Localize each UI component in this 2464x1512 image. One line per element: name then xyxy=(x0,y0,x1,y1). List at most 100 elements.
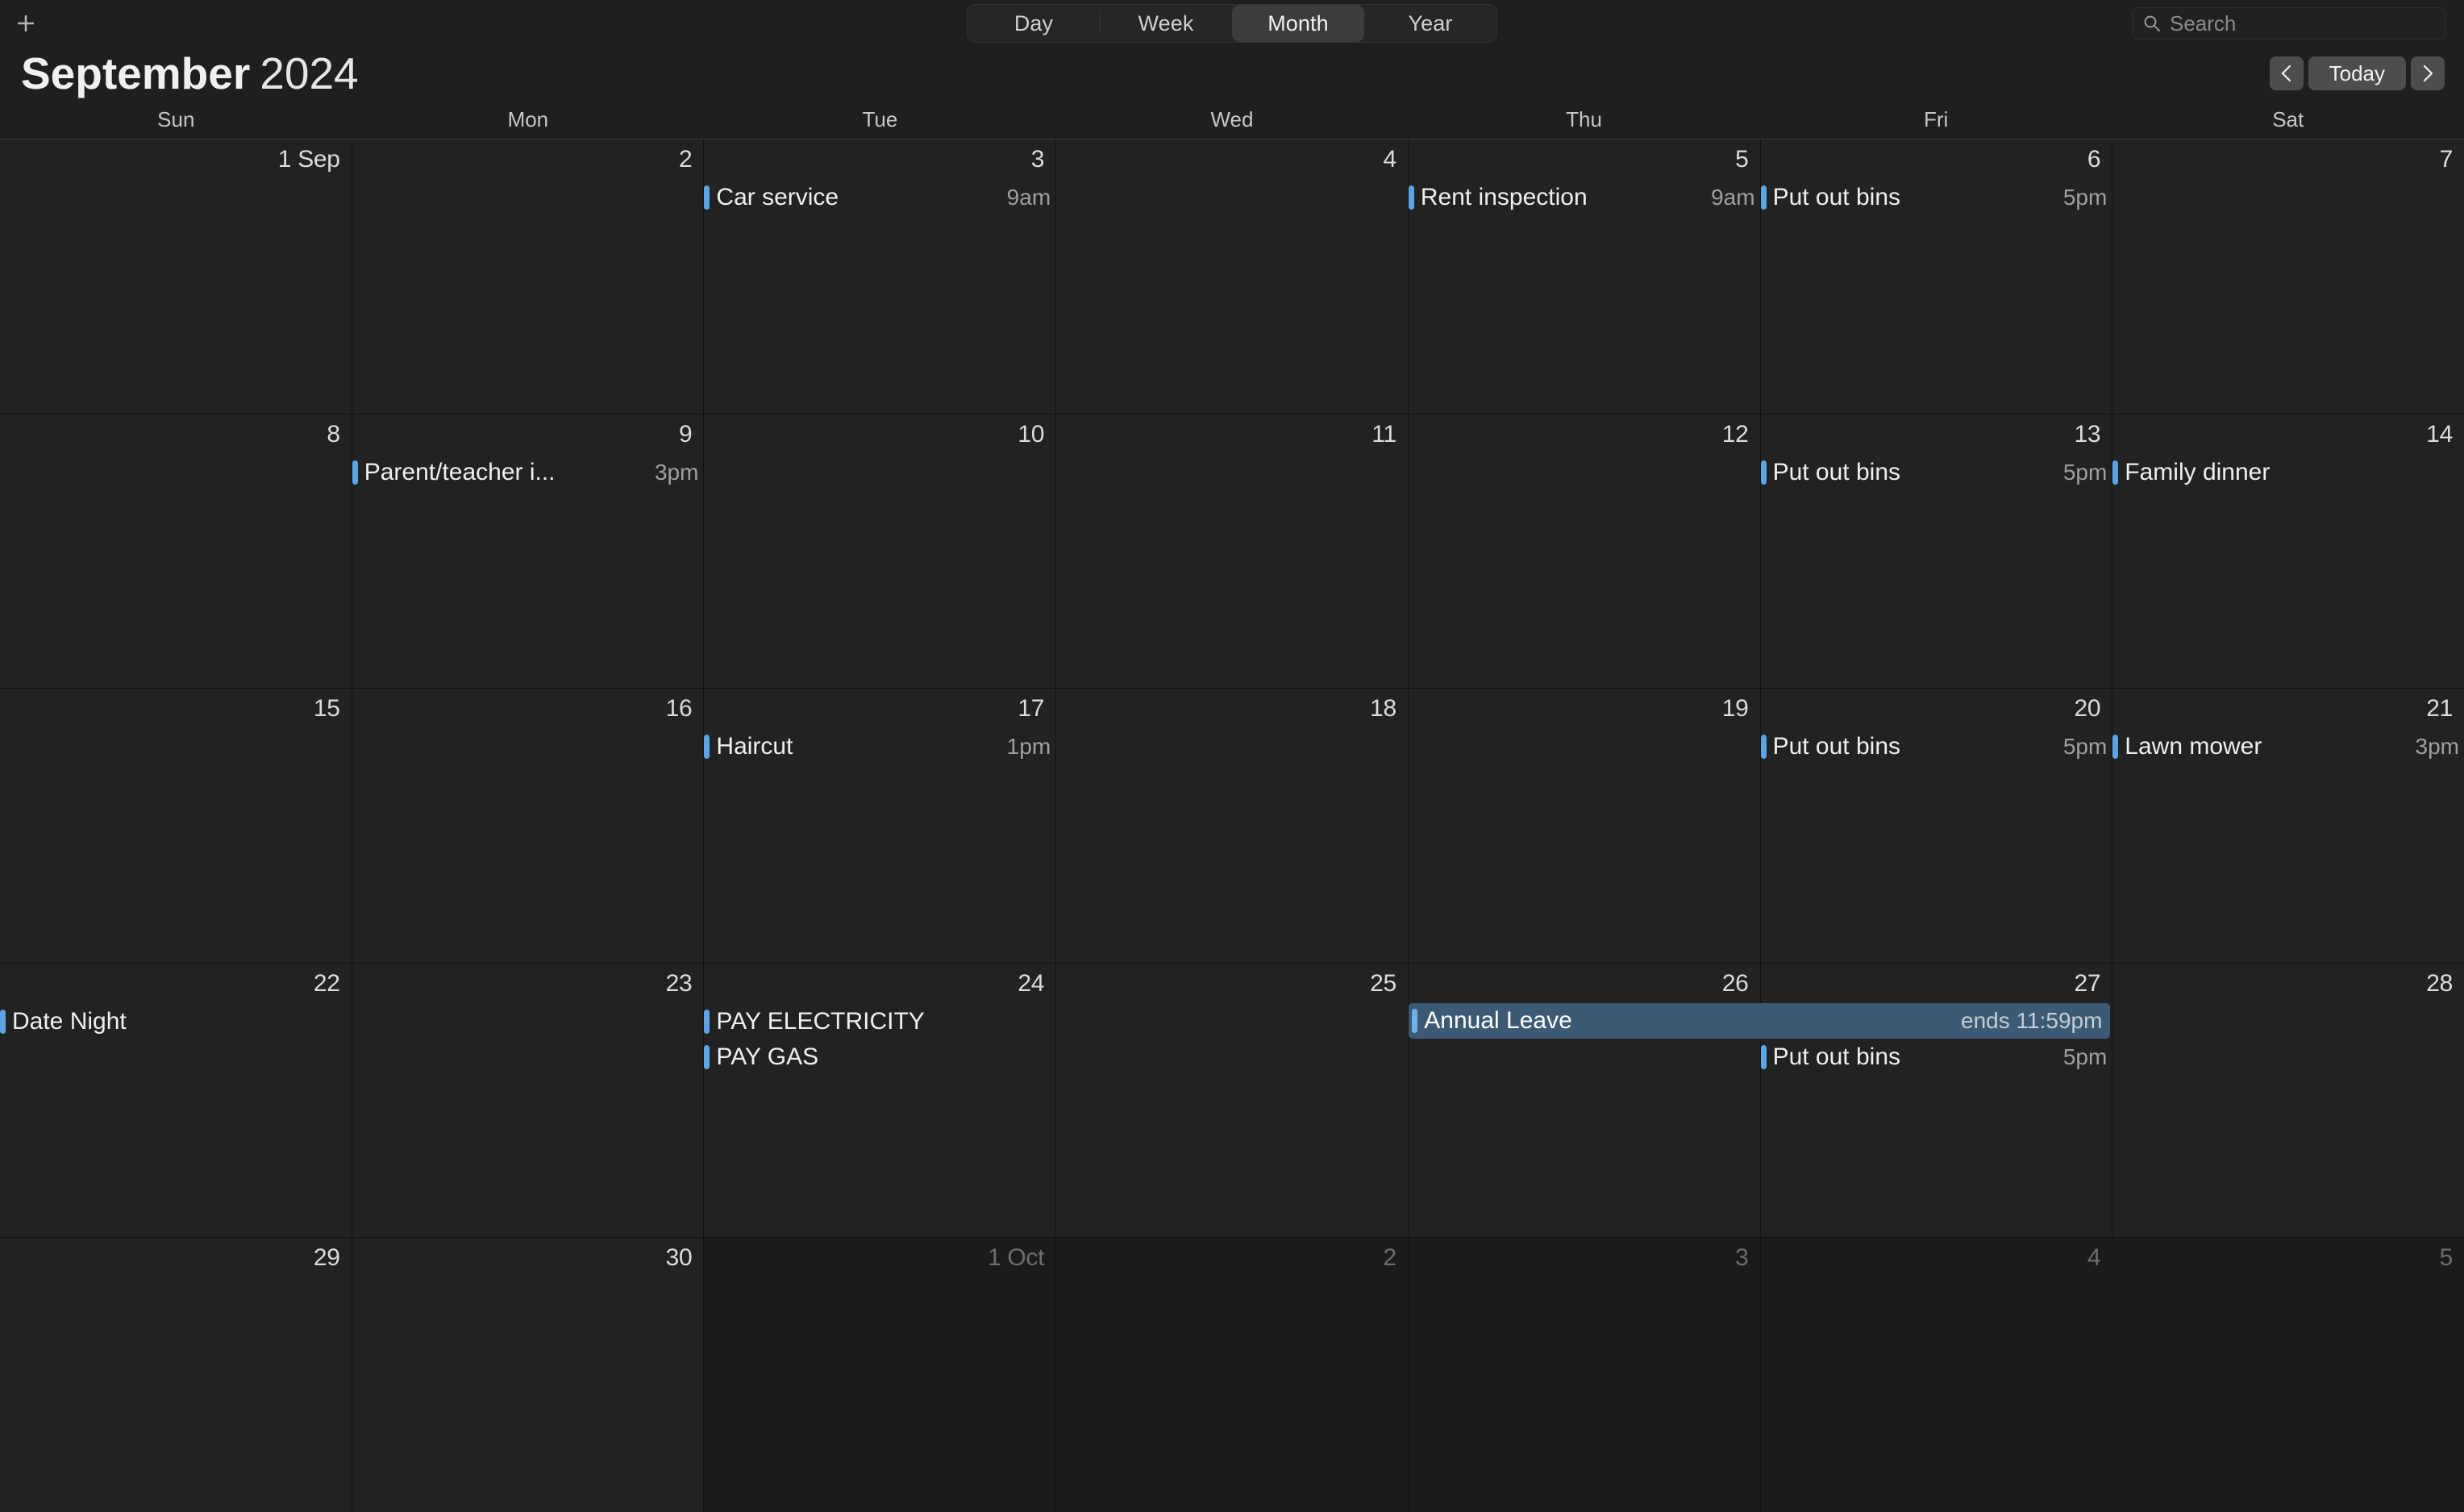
day-cell[interactable]: 3 Car service 9am xyxy=(704,140,1056,414)
calendar-event[interactable]: Car service 9am xyxy=(704,180,1055,215)
day-cell[interactable]: 10 xyxy=(704,414,1056,689)
day-number: 30 xyxy=(665,1244,693,1272)
month-grid: 1 Sep 2 3 Car service 9am 4 5 Rent inspection 9a… xyxy=(0,140,2464,1512)
day-number: 28 xyxy=(2426,969,2453,997)
day-cell[interactable]: 30 xyxy=(352,1238,704,1512)
event-color-bar xyxy=(352,460,358,485)
weekday-fri: Fri xyxy=(1923,106,1949,131)
calendar-event[interactable]: Parent/teacher i... 3pm xyxy=(352,455,704,490)
day-number: 7 xyxy=(2439,146,2454,173)
view-tab-day[interactable]: Day xyxy=(968,5,1100,42)
calendar-event[interactable]: Put out bins 5pm xyxy=(1760,180,2112,215)
day-events: Rent inspection 9am xyxy=(1408,180,1760,215)
view-segmented-control[interactable]: Day Week Month Year xyxy=(967,4,1497,43)
day-cell[interactable]: 29 xyxy=(0,1238,352,1512)
calendar-event[interactable]: Put out bins 5pm xyxy=(1760,455,2112,490)
calendar-event[interactable]: Haircut 1pm xyxy=(704,729,1055,764)
event-time: 1pm xyxy=(1006,734,1051,760)
day-cell[interactable]: 9 Parent/teacher i... 3pm xyxy=(352,414,704,689)
day-number: 5 xyxy=(1735,146,1749,173)
day-cell[interactable]: 13 Put out bins 5pm xyxy=(1760,414,2112,689)
event-title: Date Night xyxy=(12,1007,127,1035)
day-number: 3 xyxy=(1735,1244,1749,1272)
day-number: 4 xyxy=(2087,1244,2101,1272)
day-number: 13 xyxy=(2074,420,2101,448)
day-cell[interactable]: 4 xyxy=(1056,140,1408,414)
event-title: Parent/teacher i... xyxy=(364,458,556,485)
day-cell[interactable]: 22 Date Night xyxy=(0,963,352,1238)
day-cell[interactable]: 8 xyxy=(0,414,352,689)
day-cell[interactable]: 3 xyxy=(1408,1238,1760,1512)
day-cell[interactable]: 23 xyxy=(352,963,704,1238)
day-number: 22 xyxy=(313,969,340,997)
day-cell[interactable]: 24 PAY ELECTRICITY PAY GAS xyxy=(704,963,1056,1238)
event-time: 5pm xyxy=(2062,459,2108,485)
event-title: Family dinner xyxy=(2125,458,2270,485)
day-cell[interactable]: 4 xyxy=(1760,1238,2112,1512)
weekday-thu: Thu xyxy=(1566,106,1602,131)
day-cell[interactable]: 25 xyxy=(1056,963,1408,1238)
calendar-event[interactable]: Put out bins 5pm xyxy=(1760,1039,2112,1075)
calendar-event[interactable]: Rent inspection 9am xyxy=(1408,180,1760,215)
event-title: PAY GAS xyxy=(716,1043,819,1070)
event-title: Put out bins xyxy=(1772,184,1900,210)
calendar-event-multiday[interactable]: Annual Leave ends 11:59pm xyxy=(1409,1003,2111,1039)
day-cell[interactable]: 18 xyxy=(1056,689,1408,963)
day-cell[interactable]: 1 Oct xyxy=(704,1238,1056,1512)
day-cell[interactable]: 2 xyxy=(1056,1238,1408,1512)
day-cell[interactable]: 16 xyxy=(352,689,704,963)
search-box[interactable] xyxy=(2132,7,2446,40)
day-cell[interactable]: 6 Put out bins 5pm xyxy=(1760,140,2112,414)
calendar-event[interactable]: Family dinner xyxy=(2112,455,2464,490)
day-events: Lawn mower 3pm xyxy=(2112,729,2464,764)
add-event-button[interactable] xyxy=(0,0,52,47)
day-cell[interactable]: 15 xyxy=(0,689,352,963)
chevron-right-icon xyxy=(2423,65,2433,82)
day-cell[interactable]: 21 Lawn mower 3pm xyxy=(2112,689,2464,963)
day-cell[interactable]: 28 xyxy=(2112,963,2464,1238)
calendar-event[interactable]: Date Night xyxy=(0,1004,352,1039)
event-color-bar xyxy=(704,1044,710,1069)
search-input[interactable] xyxy=(2170,10,2436,36)
day-cell[interactable]: 17 Haircut 1pm xyxy=(704,689,1056,963)
day-cell[interactable]: 7 xyxy=(2112,140,2464,414)
search-icon xyxy=(2144,15,2160,31)
weekday-mon: Mon xyxy=(507,106,549,131)
today-button[interactable]: Today xyxy=(2308,56,2406,90)
navigation-group: Today xyxy=(2269,56,2445,90)
day-number: 23 xyxy=(665,969,693,997)
day-number: 10 xyxy=(1018,420,1045,448)
day-cell[interactable]: 1 Sep xyxy=(0,140,352,414)
day-number: 21 xyxy=(2426,695,2453,723)
day-cell[interactable]: 14 Family dinner xyxy=(2112,414,2464,689)
event-color-bar xyxy=(1760,1044,1767,1069)
calendar-event[interactable]: PAY ELECTRICITY xyxy=(704,1004,1055,1039)
view-tab-year[interactable]: Year xyxy=(1364,5,1496,42)
day-cell[interactable]: 20 Put out bins 5pm xyxy=(1760,689,2112,963)
day-cell[interactable]: 2 xyxy=(352,140,704,414)
day-number: 15 xyxy=(313,695,340,723)
previous-month-button[interactable] xyxy=(2269,56,2304,90)
event-color-bar xyxy=(1412,1009,1418,1034)
next-month-button[interactable] xyxy=(2411,56,2445,90)
day-cell[interactable]: 11 xyxy=(1056,414,1408,689)
view-tab-week[interactable]: Week xyxy=(1100,5,1232,42)
day-events: Haircut 1pm xyxy=(704,729,1055,764)
day-number: 8 xyxy=(327,420,340,448)
day-number: 11 xyxy=(1371,420,1396,448)
calendar-event[interactable]: Put out bins 5pm xyxy=(1760,729,2112,764)
day-cell[interactable]: 5 Rent inspection 9am xyxy=(1408,140,1760,414)
calendar-event[interactable]: PAY GAS xyxy=(704,1039,1055,1075)
day-events: Date Night xyxy=(0,1004,352,1039)
day-number: 17 xyxy=(1018,695,1045,723)
day-events: PAY ELECTRICITY PAY GAS xyxy=(704,1004,1055,1075)
chevron-left-icon xyxy=(2281,65,2291,82)
event-time: 9am xyxy=(1006,185,1051,210)
day-cell[interactable]: 12 xyxy=(1408,414,1760,689)
calendar-event[interactable]: Lawn mower 3pm xyxy=(2112,729,2464,764)
title-month: September xyxy=(21,48,251,98)
day-cell[interactable]: 19 xyxy=(1408,689,1760,963)
day-cell[interactable]: 5 xyxy=(2112,1238,2464,1512)
view-tab-month[interactable]: Month xyxy=(1232,5,1364,42)
day-events: Car service 9am xyxy=(704,180,1055,215)
